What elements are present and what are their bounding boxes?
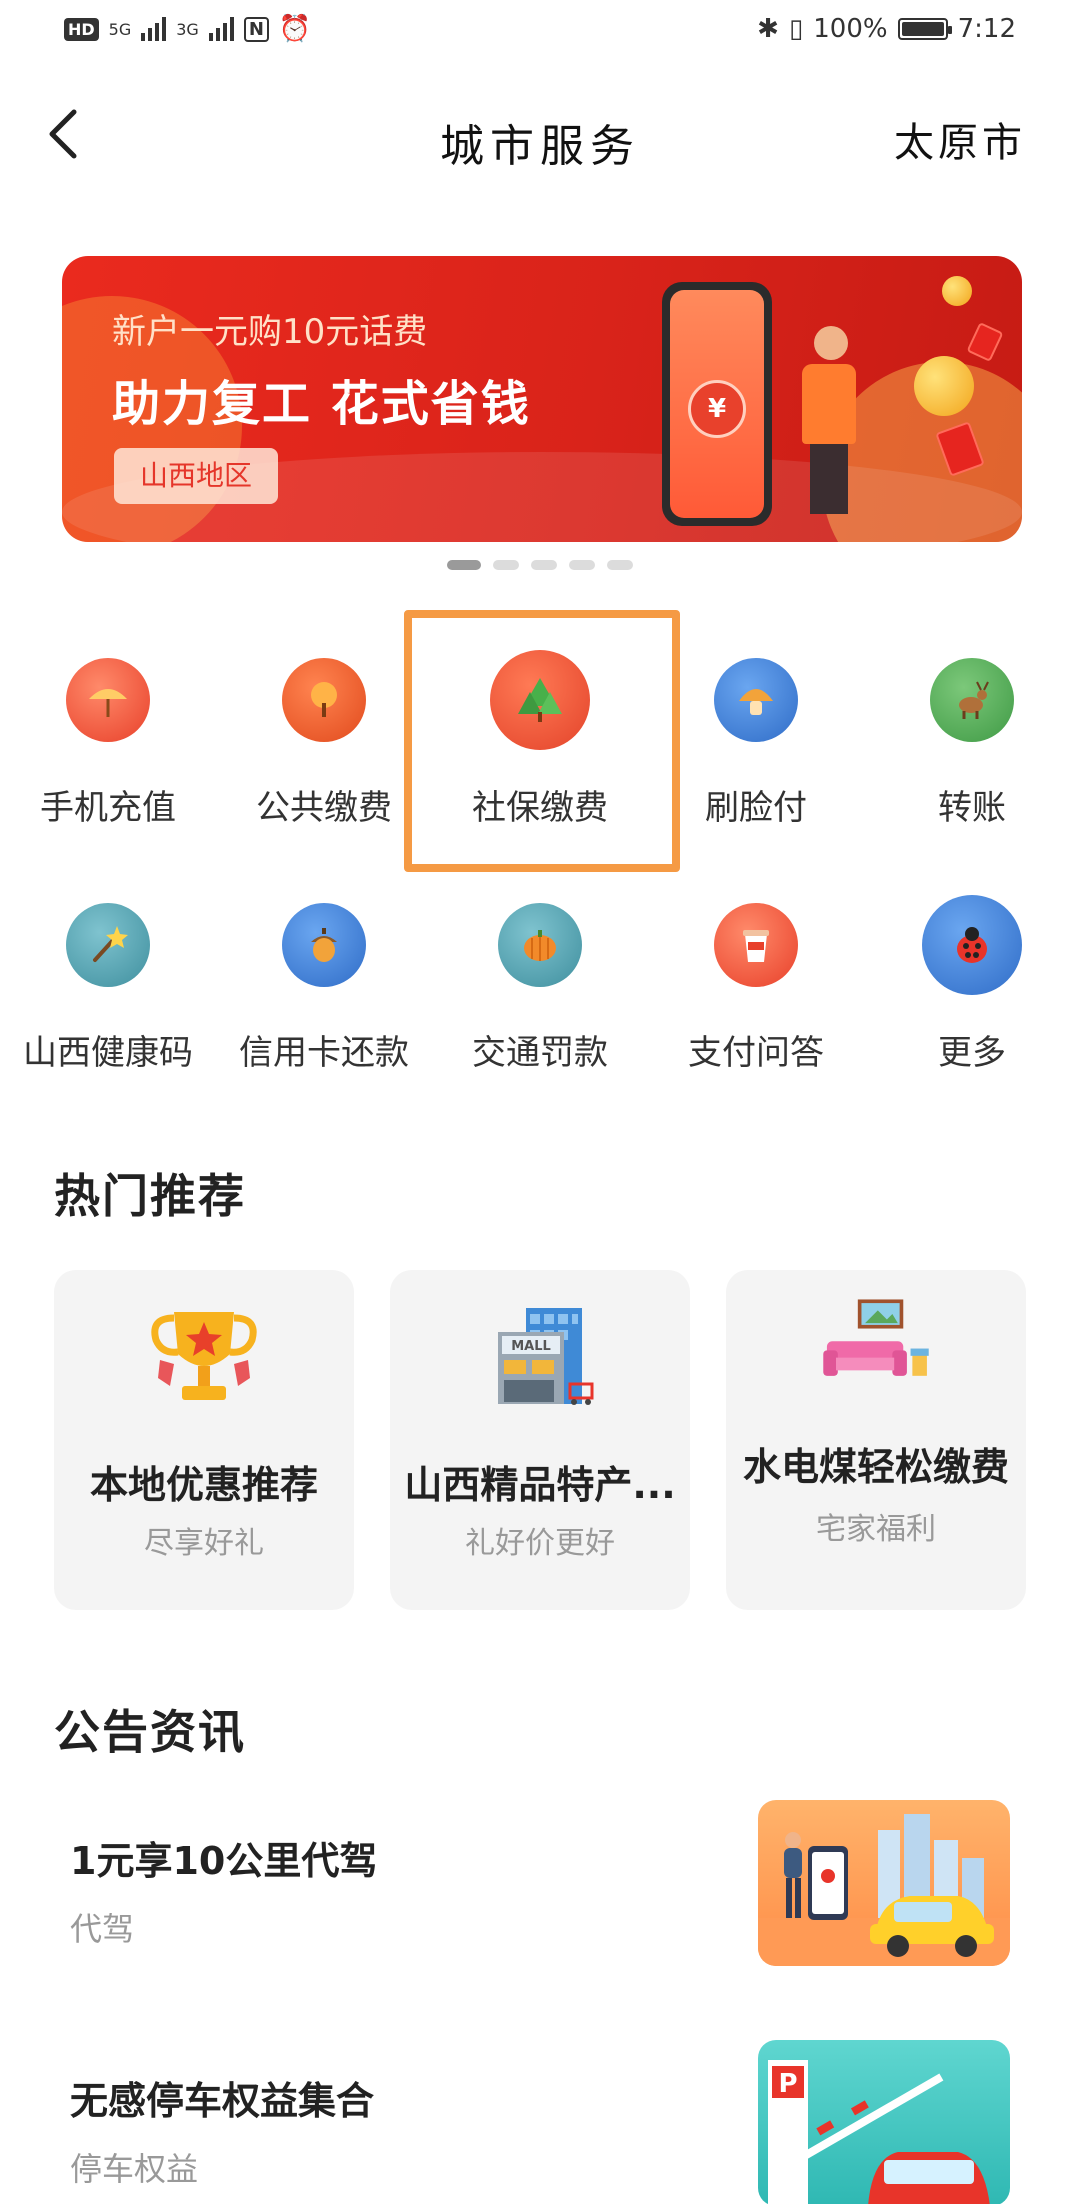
banner-subtitle: 新户一元购10元话费 [112, 312, 428, 352]
card-subtitle: 宅家福利 [816, 1512, 936, 1547]
banner-region-tag: 山西地区 [114, 448, 279, 504]
city-selector[interactable]: 太原市 [894, 110, 1026, 168]
service-social-security[interactable]: 社保缴费 [432, 640, 648, 885]
service-label: 山西健康码 [23, 1033, 193, 1073]
hot-section-title: 热门推荐 [54, 1169, 246, 1223]
service-more[interactable]: 更多 [864, 885, 1080, 1130]
alarm-icon: ⏰ [278, 14, 312, 44]
network-5g-label: 5G [108, 19, 132, 39]
hot-card-utilities[interactable]: 水电煤轻松缴费 宅家福利 [726, 1270, 1026, 1610]
news-section-title: 公告资讯 [54, 1705, 246, 1759]
news-item[interactable]: 无感停车权益集合 停车权益 P [0, 2040, 1080, 2204]
bluetooth-icon: ✱ [757, 14, 779, 44]
designated-driver-image [758, 1800, 1010, 1966]
svg-text:MALL: MALL [511, 1339, 551, 1354]
network-3g-label: 3G [176, 19, 199, 39]
sofa-icon [823, 1299, 929, 1376]
service-transfer[interactable]: 转账 [864, 640, 1080, 885]
vibrate-icon: ▯ [788, 14, 804, 44]
card-title: 本地优惠推荐 [89, 1463, 318, 1507]
promo-banner[interactable]: 新户一元购10元话费 助力复工 花式省钱 山西地区 ¥ [62, 256, 1022, 542]
service-public-payment[interactable]: 公共缴费 [216, 640, 432, 885]
status-bar: HD 5G 3G N ⏰ ✱ ▯ 100% 7:12 [0, 0, 1080, 64]
yuan-icon: ¥ [688, 380, 746, 438]
news-tag: 代驾 [70, 1910, 135, 1948]
service-label: 支付问答 [688, 1033, 824, 1073]
hot-cards: 本地优惠推荐 尽享好礼 MALL 山西精品特产... 礼好价更好 水电煤轻松缴费… [54, 1270, 1028, 1610]
person-illustration [802, 326, 862, 516]
mushroom-icon [714, 658, 798, 742]
service-label: 转账 [938, 788, 1006, 828]
banner-headline: 助力复工 花式省钱 [112, 376, 531, 432]
pagination-dot[interactable] [447, 560, 481, 570]
card-subtitle: 尽享好礼 [144, 1526, 264, 1561]
umbrella-icon [66, 658, 150, 742]
status-right: ✱ ▯ 100% 7:12 [757, 14, 1016, 44]
pagination-dot[interactable] [493, 560, 519, 570]
pagination-dot[interactable] [569, 560, 595, 570]
phone-illustration: ¥ [662, 282, 772, 526]
news-title: 无感停车权益集合 [70, 2079, 375, 2123]
ladybug-icon [922, 895, 1022, 995]
service-label: 公共缴费 [256, 788, 392, 828]
banner-pagination [0, 560, 1080, 570]
hot-card-local-deals[interactable]: 本地优惠推荐 尽享好礼 [54, 1270, 354, 1610]
svg-text:P: P [778, 2069, 797, 2099]
pagination-dot[interactable] [531, 560, 557, 570]
battery-percent: 100% [813, 14, 888, 44]
news-item[interactable]: 1元享10公里代驾 代驾 [0, 1800, 1080, 2010]
service-label: 信用卡还款 [239, 1033, 409, 1073]
service-health-code[interactable]: 山西健康码 [0, 885, 216, 1130]
tree-green-icon [490, 650, 590, 750]
card-title: 水电煤轻松缴费 [742, 1445, 1009, 1489]
service-row: 山西健康码 信用卡还款 交通罚款 支付问答 更多 [0, 885, 1080, 1130]
service-label: 交通罚款 [472, 1033, 608, 1073]
news-tag: 停车权益 [70, 2150, 199, 2188]
service-traffic-fine[interactable]: 交通罚款 [432, 885, 648, 1130]
top-bar: 城市服务 太原市 [0, 80, 1080, 190]
red-envelope-icon [966, 322, 1004, 362]
nfc-icon: N [243, 16, 269, 42]
service-payment-qa[interactable]: 支付问答 [648, 885, 864, 1130]
service-credit-card[interactable]: 信用卡还款 [216, 885, 432, 1130]
pagination-dot[interactable] [607, 560, 633, 570]
service-label: 更多 [938, 1033, 1006, 1073]
signal-icon [141, 17, 167, 41]
service-label: 社保缴费 [472, 788, 608, 828]
service-label: 刷脸付 [705, 788, 807, 828]
parking-image: P [758, 2040, 1010, 2204]
cup-icon [714, 903, 798, 987]
news-title: 1元享10公里代驾 [70, 1839, 378, 1883]
service-face-pay[interactable]: 刷脸付 [648, 640, 864, 885]
service-label: 手机充值 [40, 788, 176, 828]
mall-icon: MALL [498, 1308, 594, 1405]
hd-badge: HD [64, 17, 99, 41]
pumpkin-icon [498, 903, 582, 987]
gold-coin-icon [914, 356, 974, 416]
deer-icon [930, 658, 1014, 742]
status-left: HD 5G 3G N ⏰ [64, 14, 311, 44]
battery-icon [897, 18, 952, 40]
gold-coin-icon [942, 276, 972, 306]
tree-orange-icon [282, 658, 366, 742]
service-grid: 手机充值 公共缴费 社保缴费 刷脸付 转账 山西健康码 信用卡还款 交通罚款 支… [0, 640, 1080, 1130]
service-mobile-recharge[interactable]: 手机充值 [0, 640, 216, 885]
signal-icon-2 [208, 17, 234, 41]
card-title: 山西精品特产... [404, 1463, 676, 1507]
service-row: 手机充值 公共缴费 社保缴费 刷脸付 转账 [0, 640, 1080, 885]
clock-time: 7:12 [957, 14, 1016, 44]
magic-wand-icon [66, 903, 150, 987]
hot-card-local-specialties[interactable]: MALL 山西精品特产... 礼好价更好 [390, 1270, 690, 1610]
acorn-icon [282, 903, 366, 987]
card-subtitle: 礼好价更好 [465, 1526, 615, 1561]
trophy-icon [151, 1312, 257, 1400]
